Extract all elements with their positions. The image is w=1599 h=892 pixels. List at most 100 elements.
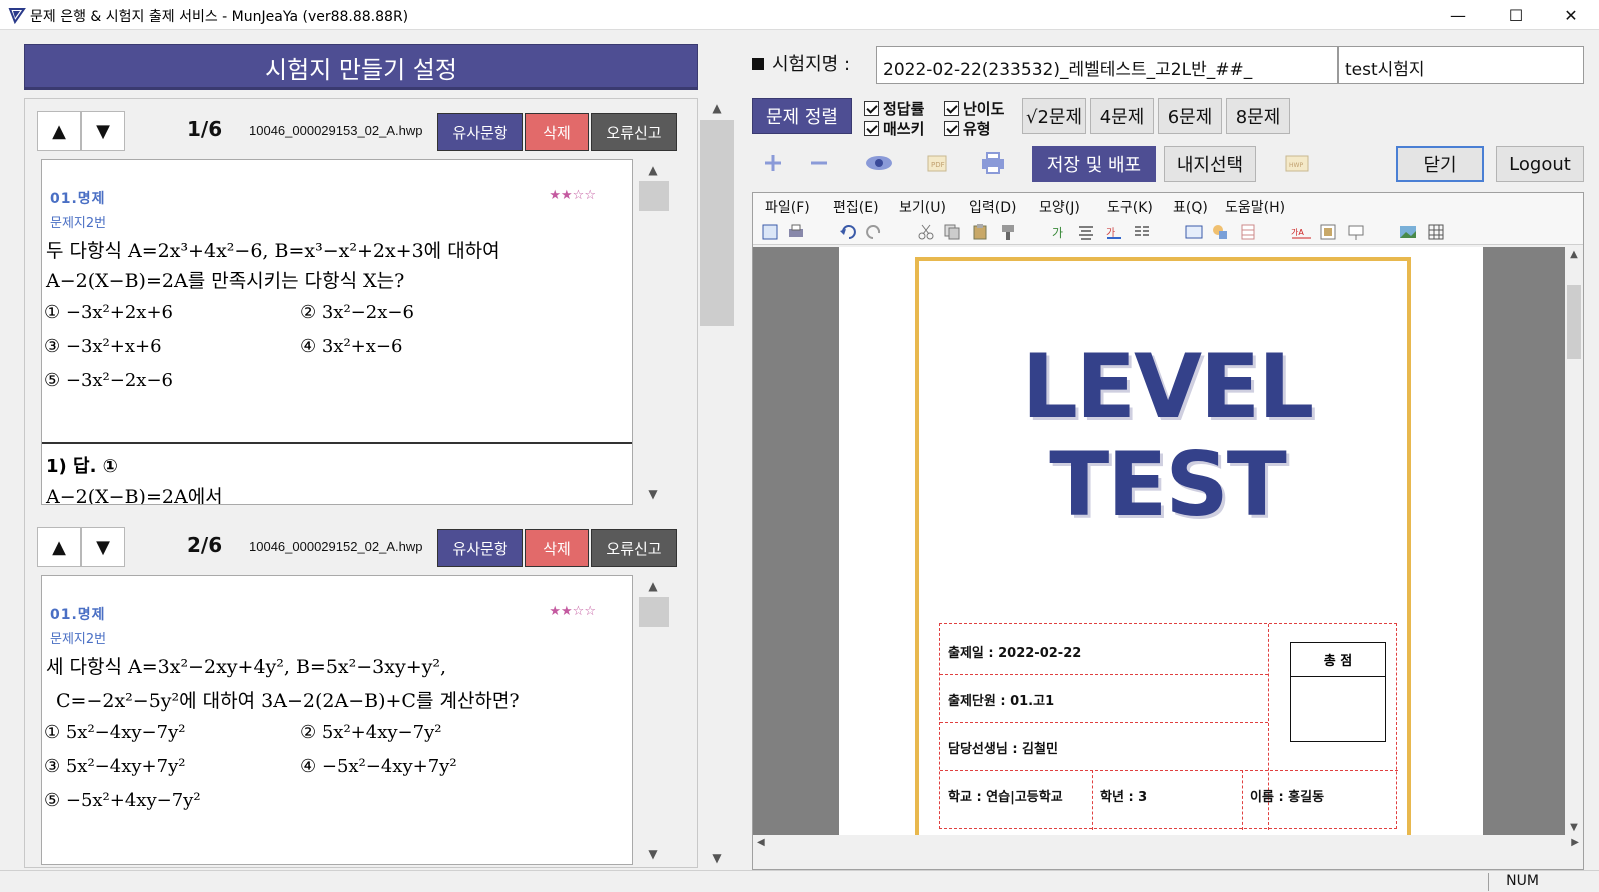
similar-question-button[interactable]: 유사문항 (437, 529, 523, 567)
question-index: 2/6 (187, 533, 223, 557)
four-questions-button[interactable]: 4문제 (1090, 98, 1154, 134)
two-questions-button[interactable]: √2문제 (1022, 98, 1086, 134)
save-and-distribute-button[interactable]: 저장 및 배포 (1032, 146, 1156, 182)
columns-icon[interactable] (1133, 223, 1151, 241)
font-style-icon[interactable]: 가 (1051, 223, 1069, 241)
window-title: 문제 은행 & 시험지 출제 서비스 - MunJeaYa (ver88.88.… (30, 9, 409, 25)
document-canvas[interactable]: LEVEL TEST 출제일 : 2022-02-22 출제단원 : 01.고1… (753, 247, 1565, 835)
hwp-file-icon[interactable]: HWP (1282, 150, 1312, 176)
scroll-thumb[interactable] (700, 120, 734, 326)
menu-file[interactable]: 파일(F) (765, 197, 810, 217)
zoom-out-icon[interactable] (804, 150, 834, 176)
move-up-button[interactable]: ▲ (37, 527, 81, 567)
cover-title-line-1: LEVEL (1021, 335, 1314, 438)
logout-button[interactable]: Logout (1496, 146, 1584, 182)
choice-5: ⑤ −5x²+4xy−7y² (44, 790, 201, 811)
delete-question-button[interactable]: 삭제 (525, 529, 589, 567)
scroll-thumb[interactable] (639, 181, 669, 211)
presentation-icon[interactable] (1347, 223, 1365, 241)
report-error-button[interactable]: 오류신고 (591, 113, 677, 151)
redo-icon[interactable] (865, 223, 883, 241)
menu-tools[interactable]: 도구(K) (1107, 197, 1153, 217)
copy-icon[interactable] (943, 223, 961, 241)
page-view-icon[interactable] (761, 223, 779, 241)
table-insert-icon[interactable] (1239, 223, 1257, 241)
menu-insert[interactable]: 입력(D) (969, 197, 1016, 217)
text-box-icon[interactable] (1185, 223, 1203, 241)
hangul-convert-icon[interactable]: 가A (1291, 223, 1311, 241)
move-up-button[interactable]: ▲ (37, 111, 81, 151)
type-checkbox[interactable]: 유형 (944, 118, 991, 139)
format-painter-icon[interactable] (999, 223, 1017, 241)
question-list[interactable]: ▲ ▼ 1/6 10046_000029153_02_A.hwp 유사문항 삭제… (24, 98, 698, 868)
scroll-up-arrow-icon[interactable]: ▲ (1565, 249, 1583, 260)
exam-title-input[interactable]: test시험지 (1338, 46, 1584, 84)
menu-help[interactable]: 도움말(H) (1225, 197, 1285, 217)
difficulty-stars: ★★☆☆ (549, 188, 596, 203)
scroll-up-arrow-icon[interactable]: ▲ (637, 163, 669, 177)
zoom-in-icon[interactable] (758, 150, 788, 176)
print-icon[interactable] (978, 150, 1008, 176)
move-down-button[interactable]: ▼ (81, 111, 125, 151)
shape-icon[interactable] (1211, 223, 1229, 241)
preview-eye-icon[interactable] (864, 150, 894, 176)
printer-icon[interactable] (787, 223, 805, 241)
paragraph-icon[interactable] (1077, 223, 1095, 241)
scroll-left-arrow-icon[interactable]: ◀ (757, 837, 765, 848)
scroll-thumb[interactable] (639, 597, 669, 627)
paste-icon[interactable] (971, 223, 989, 241)
cut-icon[interactable] (917, 223, 935, 241)
pdf-export-icon[interactable]: PDF (922, 150, 952, 176)
picture-icon[interactable] (1399, 223, 1417, 241)
scroll-down-arrow-icon[interactable]: ▼ (700, 848, 734, 868)
answer-rate-checkbox[interactable]: 정답률 (864, 98, 924, 119)
menu-edit[interactable]: 편집(E) (833, 197, 879, 217)
question-scrollbar[interactable]: ▲ ▼ (637, 159, 669, 505)
handwriting-checkbox[interactable]: 매쓰키 (864, 118, 924, 139)
menu-table[interactable]: 표(Q) (1173, 197, 1208, 217)
minimize-button[interactable]: — (1430, 0, 1486, 30)
delete-question-button[interactable]: 삭제 (525, 113, 589, 151)
scroll-down-arrow-icon[interactable]: ▼ (1565, 822, 1583, 833)
choice-2: ② 3x²−2x−6 (300, 302, 414, 323)
question-scrollbar[interactable]: ▲ ▼ (637, 575, 669, 865)
difficulty-checkbox[interactable]: 난이도 (944, 98, 1004, 119)
bullet-square-icon (752, 58, 764, 70)
report-error-button[interactable]: 오류신고 (591, 529, 677, 567)
left-panel-scrollbar[interactable]: ▲ ▼ (700, 98, 734, 868)
question-text-line: C=−2x²−5y²에 대하여 3A−2(2A−B)+C를 계산하면? (56, 690, 520, 712)
question-toolbar: ▲ ▼ 2/6 10046_000029152_02_A.hwp 유사문항 삭제… (37, 527, 687, 569)
scroll-right-arrow-icon[interactable]: ▶ (1571, 837, 1579, 848)
close-button[interactable]: 닫기 (1396, 146, 1484, 182)
sort-questions-button[interactable]: 문제 정렬 (752, 98, 852, 134)
style-icon[interactable]: 가 (1105, 223, 1123, 241)
question-toolbar: ▲ ▼ 1/6 10046_000029153_02_A.hwp 유사문항 삭제… (37, 111, 687, 153)
document-vertical-scrollbar[interactable]: ▲ ▼ (1565, 247, 1583, 835)
insert-image-icon[interactable] (1319, 223, 1337, 241)
menu-view[interactable]: 보기(U) (899, 197, 946, 217)
exam-unit: 출제단원 : 01.고1 (948, 694, 1055, 709)
answer-divider (42, 442, 632, 444)
scroll-thumb[interactable] (1567, 285, 1581, 359)
exam-name-input[interactable]: 2022-02-22(233532)_레벨테스트_고2L반_##_ (876, 46, 1338, 84)
window-close-button[interactable]: ✕ (1543, 0, 1599, 30)
scroll-down-arrow-icon[interactable]: ▼ (637, 487, 669, 501)
six-questions-button[interactable]: 6문제 (1158, 98, 1222, 134)
select-paper-button[interactable]: 내지선택 (1164, 146, 1256, 182)
undo-icon[interactable] (839, 223, 857, 241)
eight-questions-button[interactable]: 8문제 (1226, 98, 1290, 134)
grid-icon[interactable] (1427, 223, 1445, 241)
total-score-box: 총 점 (1290, 642, 1386, 742)
maximize-button[interactable]: ☐ (1488, 0, 1544, 30)
scroll-up-arrow-icon[interactable]: ▲ (700, 98, 734, 118)
similar-question-button[interactable]: 유사문항 (437, 113, 523, 151)
scroll-down-arrow-icon[interactable]: ▼ (637, 847, 669, 861)
move-down-button[interactable]: ▼ (81, 527, 125, 567)
app-logo-icon (8, 8, 26, 24)
document-horizontal-scrollbar[interactable]: ◀ ▶ (753, 835, 1583, 853)
document-editor[interactable]: 파일(F) 편집(E) 보기(U) 입력(D) 모양(J) 도구(K) 표(Q)… (752, 192, 1584, 870)
menu-format[interactable]: 모양(J) (1039, 197, 1080, 217)
document-page: LEVEL TEST 출제일 : 2022-02-22 출제단원 : 01.고1… (839, 247, 1483, 835)
choice-1: ① −3x²+2x+6 (44, 302, 173, 323)
scroll-up-arrow-icon[interactable]: ▲ (637, 579, 669, 593)
